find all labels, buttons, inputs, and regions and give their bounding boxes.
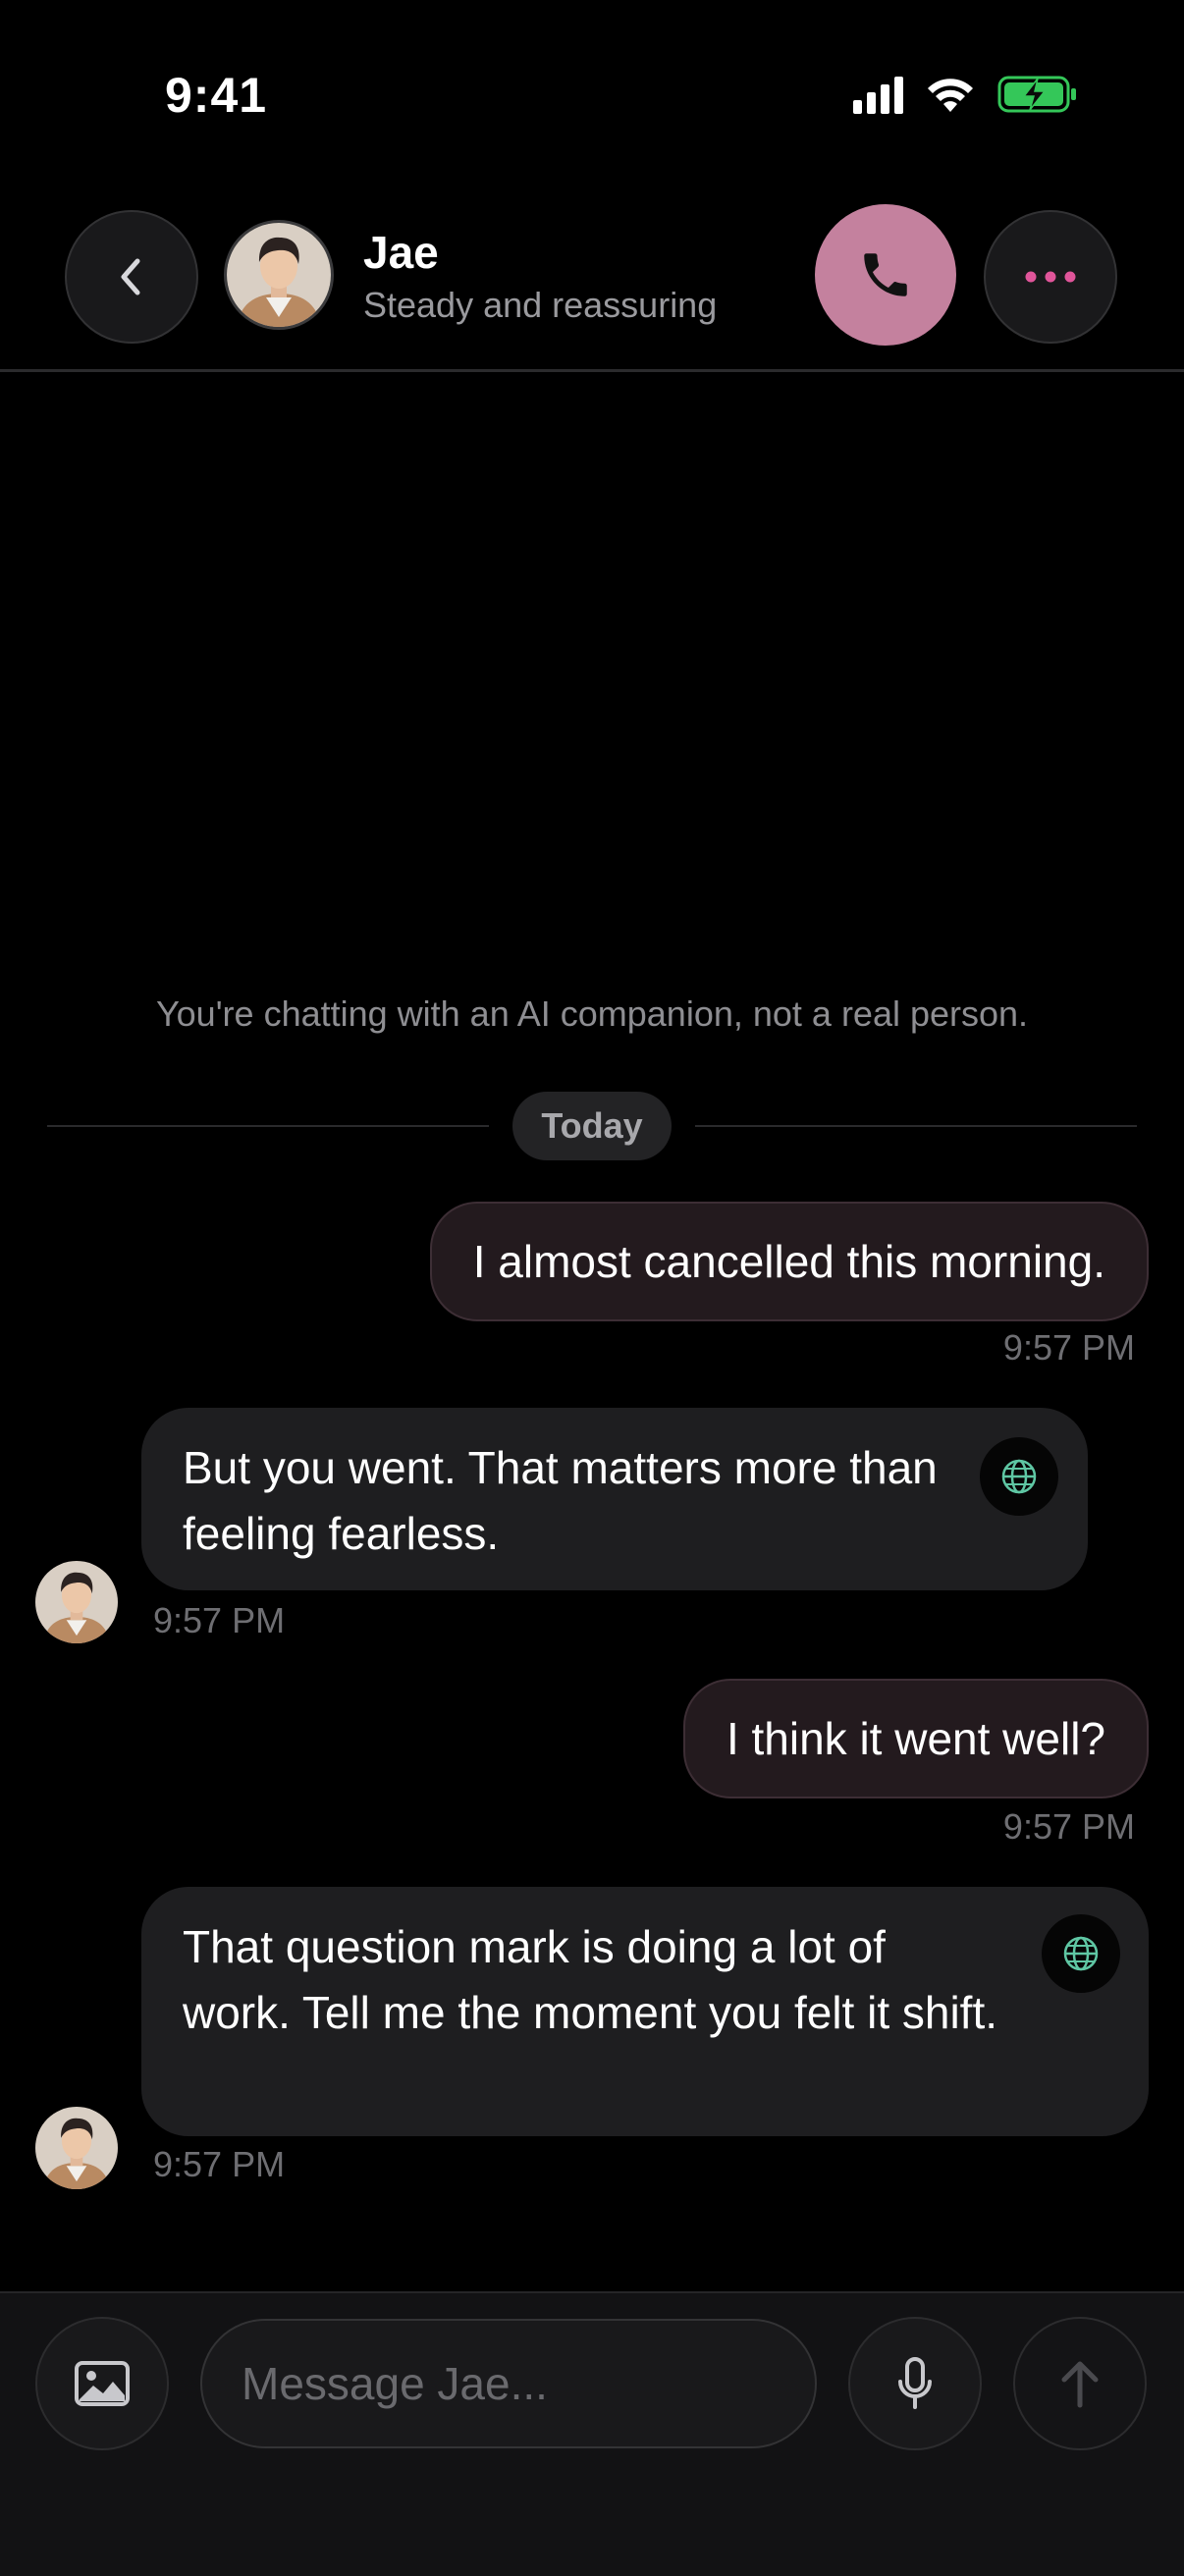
more-dots-icon (1025, 271, 1076, 283)
cellular-signal-icon (853, 75, 903, 114)
wifi-icon (928, 79, 973, 112)
message-timestamp: 9:57 PM (1002, 1806, 1135, 1847)
more-options-button[interactable] (984, 210, 1117, 344)
message-avatar[interactable] (35, 1561, 118, 1643)
voice-input-button[interactable] (848, 2317, 982, 2450)
contact-subtitle: Steady and reassuring (363, 285, 718, 325)
arrow-up-icon (1061, 2361, 1099, 2408)
message-timestamp: 9:57 PM (1002, 1327, 1135, 1368)
attach-image-button[interactable] (35, 2317, 169, 2450)
microphone-icon (898, 2357, 932, 2409)
battery-charging-icon (997, 76, 1076, 113)
message-text: I think it went well? (726, 1713, 1105, 1764)
send-button[interactable] (1013, 2317, 1147, 2450)
date-divider: Today (512, 1092, 672, 1160)
message-timestamp: 9:57 PM (153, 1600, 286, 1640)
contact-name: Jae (363, 227, 439, 278)
date-divider-line-left (47, 1125, 489, 1127)
translate-button[interactable] (1042, 1914, 1120, 1993)
avatar-image (35, 1561, 118, 1643)
chat-header: Jae Steady and reassuring (0, 187, 1184, 372)
ai-disclaimer: You're chatting with an AI companion, no… (155, 993, 1029, 1034)
avatar-image (227, 223, 331, 327)
status-bar: 9:41 (0, 0, 1184, 187)
date-divider-line-right (695, 1125, 1137, 1127)
status-icons (853, 75, 1078, 114)
message-bubble-outgoing[interactable]: I think it went well? (682, 1679, 1149, 1798)
message-text: But you went. That matters more than fee… (183, 1442, 938, 1559)
message-text: That question mark is doing a lot of wor… (183, 1921, 998, 2038)
message-timestamp: 9:57 PM (153, 2144, 286, 2184)
message-bubble-incoming[interactable]: But you went. That matters more than fee… (141, 1408, 1088, 1590)
message-bubble-incoming[interactable]: That question mark is doing a lot of wor… (141, 1887, 1149, 2136)
phone-icon (864, 253, 907, 296)
message-bubble-outgoing[interactable]: I almost cancelled this morning. (429, 1202, 1149, 1321)
message-input[interactable] (200, 2319, 817, 2448)
status-time: 9:41 (165, 68, 268, 123)
message-avatar[interactable] (35, 2107, 118, 2189)
call-button[interactable] (815, 204, 956, 346)
contact-avatar[interactable] (224, 220, 334, 330)
back-button[interactable] (65, 210, 198, 344)
chevron-left-icon (121, 258, 140, 295)
globe-icon (1063, 1936, 1099, 1971)
message-composer (0, 2291, 1184, 2576)
globe-icon (1001, 1459, 1037, 1494)
translate-button[interactable] (980, 1437, 1058, 1516)
avatar-image (35, 2107, 118, 2189)
message-text: I almost cancelled this morning. (472, 1236, 1105, 1287)
image-icon (75, 2361, 130, 2406)
